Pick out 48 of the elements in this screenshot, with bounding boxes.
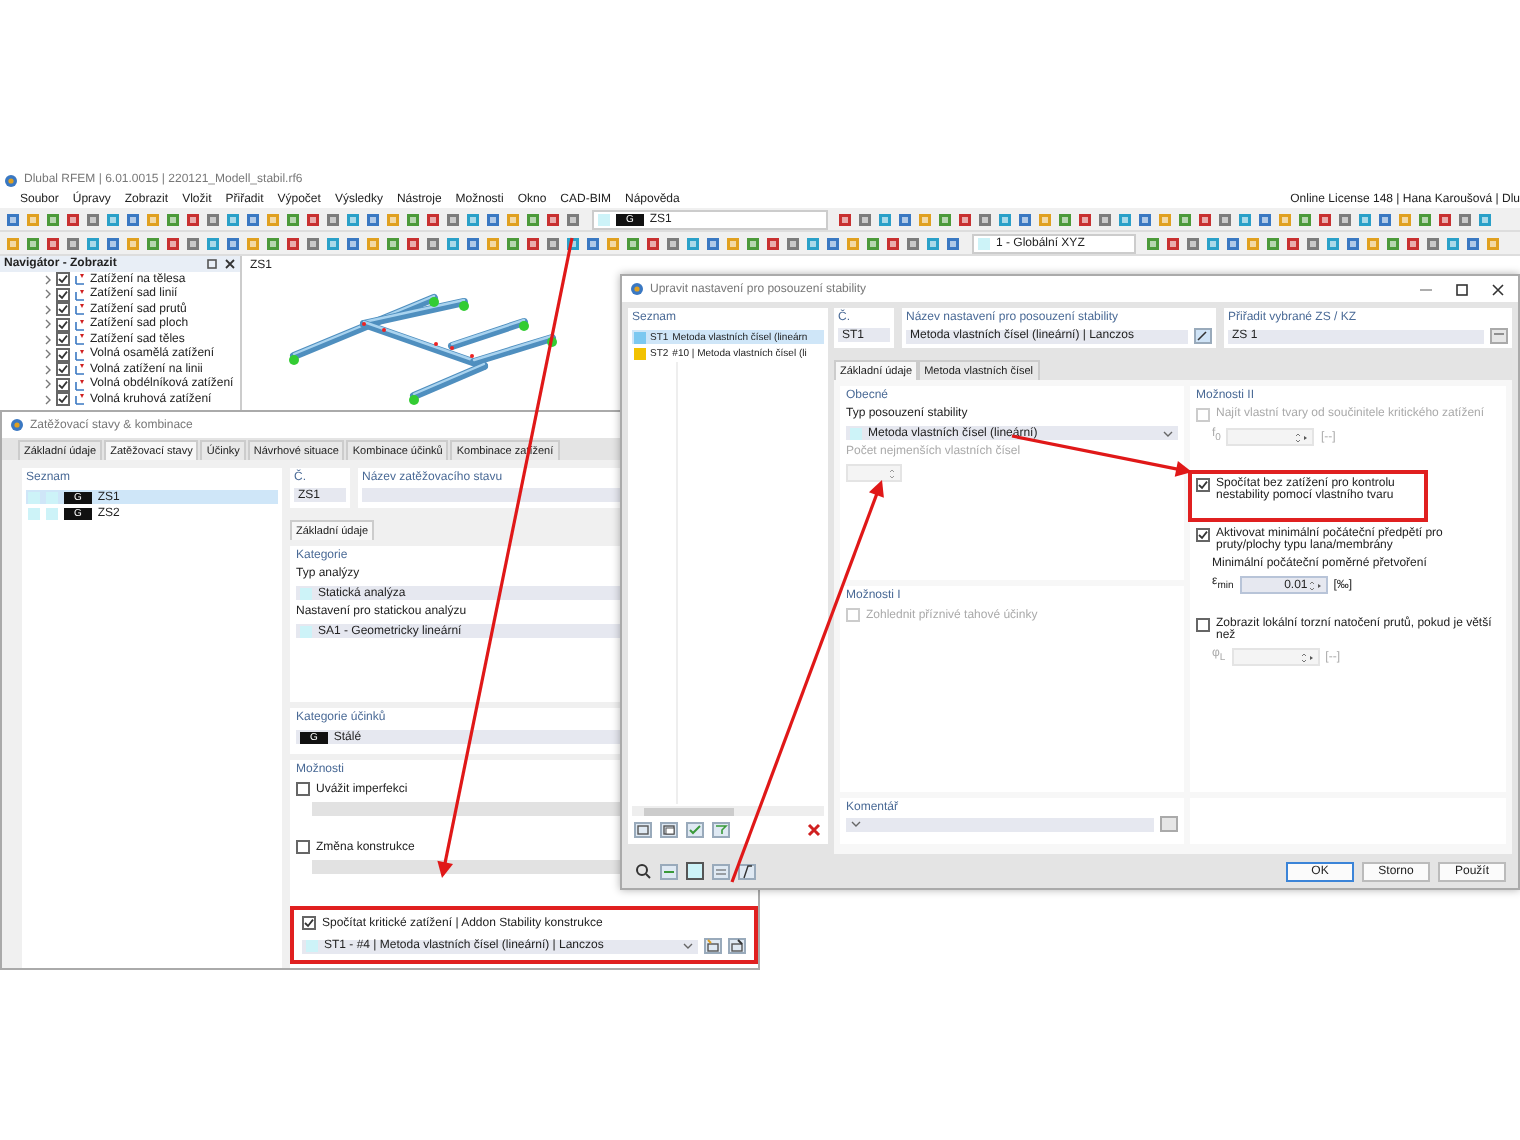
units-icon[interactable] bbox=[660, 863, 678, 879]
search-icon[interactable] bbox=[634, 862, 652, 880]
color-swatch bbox=[28, 507, 40, 519]
app-logo-icon bbox=[4, 173, 18, 187]
checkbox[interactable] bbox=[302, 916, 316, 930]
list-icon[interactable] bbox=[1490, 328, 1508, 344]
edit-icon[interactable] bbox=[1194, 328, 1212, 344]
caret-icon bbox=[850, 818, 862, 830]
checkbox[interactable] bbox=[56, 287, 70, 302]
checkbox[interactable] bbox=[56, 392, 70, 407]
checkbox[interactable] bbox=[296, 782, 310, 796]
copy-icon[interactable] bbox=[660, 822, 678, 838]
caret-icon bbox=[1162, 427, 1174, 439]
checkbox[interactable] bbox=[1196, 478, 1210, 492]
checkbox[interactable] bbox=[296, 840, 310, 854]
table-icon[interactable] bbox=[712, 863, 730, 879]
checkbox[interactable] bbox=[56, 347, 70, 362]
delete-icon[interactable] bbox=[806, 822, 822, 838]
app-logo-icon bbox=[10, 418, 24, 432]
color-swatch bbox=[46, 491, 58, 503]
spin-field[interactable] bbox=[846, 464, 902, 482]
checkbox[interactable] bbox=[56, 272, 70, 287]
filter-icon[interactable] bbox=[712, 822, 730, 838]
formula-icon[interactable] bbox=[738, 863, 756, 879]
close-icon[interactable] bbox=[1490, 281, 1506, 297]
new-icon[interactable] bbox=[634, 822, 652, 838]
check-icon[interactable] bbox=[686, 822, 704, 838]
comment-field[interactable] bbox=[846, 817, 1154, 831]
checkbox[interactable] bbox=[56, 377, 70, 392]
checkbox[interactable] bbox=[56, 302, 70, 317]
color-swatch bbox=[28, 491, 40, 503]
spin-arrows-icon bbox=[1294, 431, 1309, 443]
checkbox[interactable] bbox=[1196, 528, 1210, 542]
checkbox[interactable] bbox=[56, 317, 70, 332]
color-icon[interactable] bbox=[686, 862, 704, 880]
edit-icon[interactable] bbox=[728, 938, 746, 954]
caret-icon bbox=[682, 940, 694, 952]
spin-arrows-icon bbox=[1307, 579, 1322, 591]
checkbox[interactable] bbox=[56, 332, 70, 347]
pin-icon[interactable] bbox=[206, 258, 218, 270]
checkbox[interactable] bbox=[1196, 618, 1210, 632]
spin-arrows-icon bbox=[1299, 651, 1314, 663]
checkbox[interactable] bbox=[56, 362, 70, 377]
new-icon[interactable] bbox=[704, 938, 722, 954]
app-logo-icon bbox=[630, 282, 644, 296]
color-swatch bbox=[46, 507, 58, 519]
maximize-icon[interactable] bbox=[1454, 281, 1470, 297]
close-icon[interactable] bbox=[224, 258, 236, 270]
